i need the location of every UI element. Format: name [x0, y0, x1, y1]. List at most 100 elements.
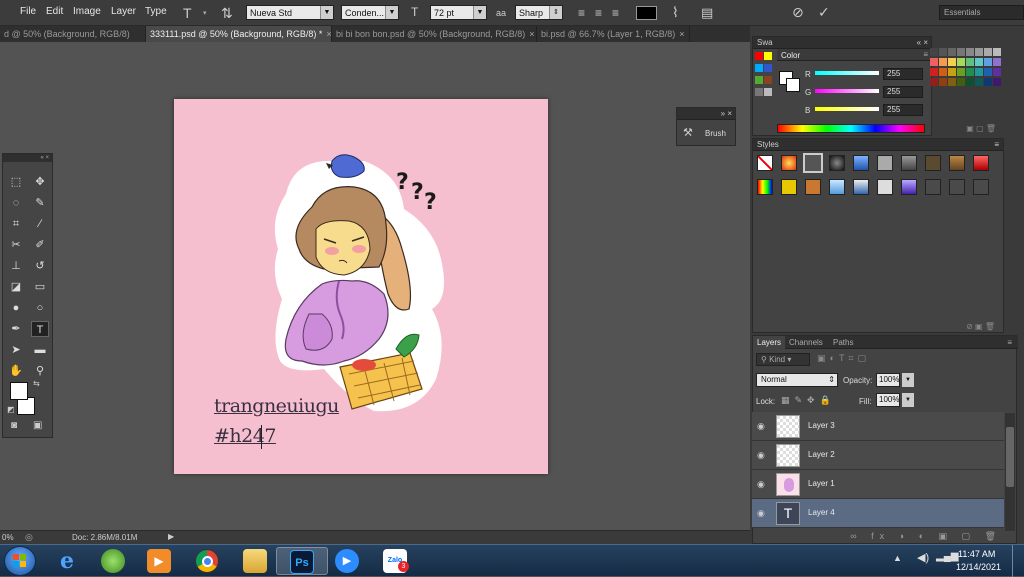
gradient-tool-icon[interactable]: ▭: [31, 279, 49, 295]
panel-menu-icon[interactable]: ≡: [994, 139, 1003, 151]
visibility-eye-icon[interactable]: ◉: [757, 421, 769, 432]
align-right-icon[interactable]: ≡: [612, 6, 619, 20]
styles-tab[interactable]: Styles ≡: [753, 139, 1003, 151]
quick-mask-icon[interactable]: ◙: [11, 420, 17, 431]
tray-overflow-icon[interactable]: ▲: [893, 553, 902, 563]
eyedropper-tool-icon[interactable]: ∕: [31, 216, 49, 232]
swatch[interactable]: [764, 52, 772, 60]
style-preset[interactable]: [877, 179, 893, 195]
visibility-eye-icon[interactable]: ◉: [757, 450, 769, 461]
taskbar-explorer[interactable]: [230, 547, 282, 575]
commit-icon[interactable]: ✓: [818, 4, 830, 21]
layer-row-selected[interactable]: ◉ T Layer 4: [752, 499, 1004, 528]
swatch[interactable]: [755, 76, 763, 84]
marquee-tool-icon[interactable]: ⬚: [7, 174, 25, 190]
cancel-icon[interactable]: ⊘: [792, 4, 804, 21]
style-preset[interactable]: [901, 179, 917, 195]
style-preset[interactable]: [925, 155, 941, 171]
brush-panel-label[interactable]: Brush: [705, 129, 726, 138]
foreground-color-swatch[interactable]: [10, 382, 28, 400]
style-preset[interactable]: [853, 179, 869, 195]
pen-tool-icon[interactable]: ✒: [7, 321, 25, 337]
swatch[interactable]: [755, 52, 763, 60]
blue-slider[interactable]: [815, 107, 879, 111]
lock-icons[interactable]: ▦✎✥🔒: [781, 395, 836, 406]
start-button[interactable]: [4, 546, 36, 576]
style-none[interactable]: [757, 155, 773, 171]
character-panel-icon[interactable]: ▤: [701, 5, 713, 21]
swatch-grid[interactable]: [930, 48, 1004, 88]
red-value[interactable]: 255: [883, 68, 923, 80]
swatch[interactable]: [764, 64, 772, 72]
taskbar-media-player[interactable]: ▶: [134, 547, 186, 575]
font-size-select[interactable]: 72 pt ▼: [430, 5, 487, 20]
taskbar-coccoc[interactable]: [88, 547, 140, 575]
tab-channels[interactable]: Channels: [789, 336, 823, 349]
style-preset[interactable]: [781, 155, 797, 171]
styles-footer-icons[interactable]: ⊘ ▣ 🗑: [966, 322, 995, 331]
opacity-input[interactable]: 100%: [876, 373, 900, 387]
brush-tool-icon[interactable]: ✐: [31, 237, 49, 253]
blend-mode-select[interactable]: Normal ⇕: [756, 373, 838, 387]
style-preset[interactable]: [973, 179, 989, 195]
crop-tool-icon[interactable]: ⌗: [7, 216, 25, 232]
panel-collapse-icon[interactable]: » ×: [677, 108, 735, 120]
style-preset[interactable]: [949, 155, 965, 171]
style-preset[interactable]: [925, 179, 941, 195]
green-slider[interactable]: [815, 89, 879, 93]
red-slider[interactable]: [815, 71, 879, 75]
swatch[interactable]: [755, 88, 763, 96]
zoom-tool-icon[interactable]: ⚲: [31, 363, 49, 379]
swatches-tab[interactable]: Swa « ×: [753, 37, 931, 49]
status-info-icon[interactable]: ◎: [25, 532, 33, 543]
style-preset[interactable]: [829, 155, 845, 171]
background-color-swatch[interactable]: [786, 78, 800, 92]
swatch-panel-footer-icons[interactable]: ▣ ▢ 🗑: [752, 124, 1004, 134]
swatch[interactable]: [764, 88, 772, 96]
volume-icon[interactable]: ◀): [917, 551, 929, 564]
visibility-eye-icon[interactable]: ◉: [757, 508, 769, 519]
close-icon[interactable]: ×: [326, 29, 331, 39]
style-preset[interactable]: [949, 179, 965, 195]
menu-file[interactable]: File: [20, 6, 36, 17]
menu-edit[interactable]: Edit: [46, 6, 63, 17]
swatch-grid-cells[interactable]: [930, 48, 1004, 88]
close-icon[interactable]: ×: [679, 29, 684, 39]
font-style-select[interactable]: Conden... ▼: [341, 5, 399, 20]
style-preset[interactable]: [853, 155, 869, 171]
default-colors-icon[interactable]: ◩: [7, 405, 15, 414]
antialias-select[interactable]: Sharp ⇕: [515, 5, 563, 20]
screen-mode-icon[interactable]: ▣: [33, 420, 42, 431]
taskbar-ie[interactable]: e: [42, 547, 94, 575]
panel-collapse-icon[interactable]: « ×: [3, 154, 52, 162]
type-tool-icon[interactable]: T: [183, 5, 192, 21]
quick-selection-tool-icon[interactable]: ✎: [31, 195, 49, 211]
chevron-down-icon[interactable]: ▼: [902, 373, 914, 387]
scrollbar-thumb[interactable]: [1006, 427, 1014, 487]
toggle-orientation-icon[interactable]: ⇅: [221, 5, 233, 22]
rectangle-tool-icon[interactable]: ▬: [31, 342, 49, 358]
layers-scrollbar[interactable]: [1005, 413, 1015, 531]
taskbar-zalo[interactable]: Zalo 3: [370, 547, 422, 575]
move-tool-icon[interactable]: ✥: [31, 174, 49, 190]
healing-tool-icon[interactable]: ✂: [7, 237, 25, 253]
warp-text-icon[interactable]: ⌇: [672, 4, 679, 21]
align-center-icon[interactable]: ≡: [595, 6, 602, 20]
brush-icon[interactable]: ⚒: [683, 126, 693, 139]
taskbar-chrome[interactable]: [182, 547, 234, 575]
menu-type[interactable]: Type: [145, 6, 167, 17]
hand-tool-icon[interactable]: ✋: [7, 363, 25, 379]
panel-menu-icon[interactable]: ≡: [923, 50, 928, 59]
eraser-tool-icon[interactable]: ◪: [7, 279, 25, 295]
menu-layer[interactable]: Layer: [111, 6, 136, 17]
style-preset[interactable]: [901, 155, 917, 171]
canvas-text-line-2[interactable]: #h247: [214, 425, 276, 447]
clock-date[interactable]: 12/14/2021: [956, 562, 1001, 572]
green-value[interactable]: 255: [883, 86, 923, 98]
layers-footer-icons[interactable]: ∞ fx ◑ ◐ ▣ ▢ 🗑: [753, 531, 1018, 545]
panel-collapse-icon[interactable]: « ×: [917, 37, 931, 49]
swap-colors-icon[interactable]: ⇆: [33, 379, 40, 388]
panel-menu-icon[interactable]: ≡: [1007, 336, 1012, 349]
layer-kind-filter[interactable]: ⚲ Kind ▾: [756, 353, 810, 366]
blur-tool-icon[interactable]: ●: [7, 300, 25, 316]
